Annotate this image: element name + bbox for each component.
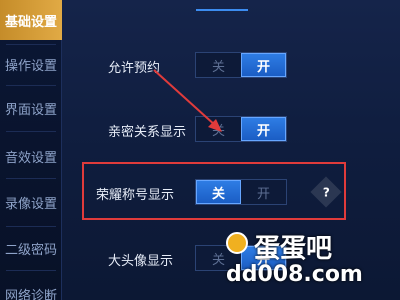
- watermark-title: 蛋蛋吧: [254, 234, 333, 264]
- watermark-logo-icon: [226, 232, 248, 254]
- annotation-arrow: [153, 69, 222, 132]
- watermark-url: dd008.com: [226, 262, 363, 287]
